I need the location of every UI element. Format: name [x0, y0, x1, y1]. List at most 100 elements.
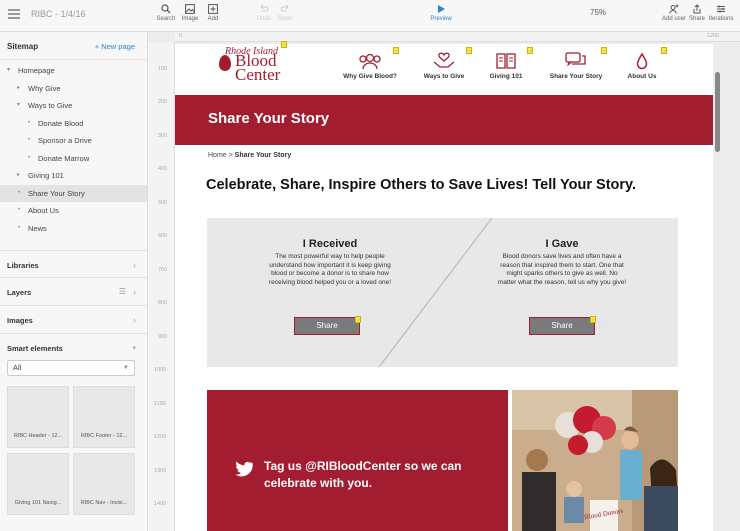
- add-label: Add: [207, 16, 219, 22]
- redo-button[interactable]: Redo: [270, 4, 300, 22]
- tree-item-giving-101[interactable]: ▸ Giving 101: [0, 167, 147, 185]
- tree-item-label: Ways to Give: [28, 101, 73, 110]
- hotspot-badge[interactable]: ⚡: [661, 47, 667, 54]
- smart-element-label: RIBC Footer - 12...: [80, 433, 128, 439]
- nav-label: Why Give Blood?: [343, 73, 397, 80]
- smart-element-card[interactable]: Giving 101 Navig...: [7, 453, 69, 515]
- gave-share-button[interactable]: Share: [529, 317, 595, 335]
- chevron-down-icon[interactable]: ▾: [7, 62, 10, 80]
- hotspot-badge[interactable]: ⚡: [281, 41, 287, 48]
- nav-why-give-blood[interactable]: Why Give Blood?: [340, 52, 400, 80]
- nav-giving-101[interactable]: Giving 101: [476, 52, 536, 80]
- twitter-callout: Tag us @RIBloodCenter so we can celebrat…: [207, 390, 508, 531]
- chevron-right-icon[interactable]: ▸: [17, 80, 20, 98]
- tree-item-sponsor-a-drive[interactable]: • Sponsor a Drive: [0, 132, 147, 150]
- ruler-label: 1400: [154, 501, 167, 507]
- canvas-scrollbar[interactable]: [715, 72, 720, 152]
- smart-element-card[interactable]: RIBC Nav - Invisi...: [73, 453, 135, 515]
- tree-item-why-give[interactable]: ▸ Why Give: [0, 80, 147, 98]
- nav-about-us[interactable]: About Us: [612, 52, 672, 80]
- hotspot-badge[interactable]: ⚡: [601, 47, 607, 54]
- image-label: Image: [181, 16, 199, 22]
- bullet-icon: •: [18, 224, 21, 231]
- i-received-title: I Received: [302, 238, 358, 250]
- ruler-label: 900: [158, 334, 168, 340]
- libraries-section[interactable]: Libraries ›: [0, 250, 147, 278]
- project-title[interactable]: RIBC - 1/4/16: [31, 9, 86, 19]
- twitter-text: Tag us @RIBloodCenter so we can celebrat…: [264, 459, 462, 490]
- chevron-right-icon[interactable]: ▸: [17, 167, 20, 185]
- tree-item-ways-to-give[interactable]: ▾ Ways to Give: [0, 97, 147, 115]
- nav-label: Giving 101: [489, 73, 523, 80]
- bullet-icon: •: [28, 119, 31, 126]
- i-received-column: I Received The most powerful way to help…: [265, 238, 395, 287]
- ruler-label: 200: [158, 99, 168, 105]
- i-gave-column: I Gave Blood donors save lives and often…: [497, 238, 627, 287]
- iterations-button[interactable]: Iterations: [706, 4, 736, 22]
- menu-icon[interactable]: [8, 9, 20, 19]
- bullet-icon: •: [18, 189, 21, 196]
- breadcrumb-current: Share Your Story: [234, 152, 292, 159]
- canvas[interactable]: 0 1200 100 200 300 400 500 600 700 800 9…: [148, 32, 740, 531]
- hotspot-badge[interactable]: ⚡: [393, 47, 399, 54]
- smart-elements-filter[interactable]: All ▼: [7, 360, 135, 376]
- tree-item-donate-blood[interactable]: • Donate Blood: [0, 115, 147, 133]
- nav-share-your-story[interactable]: Share Your Story: [545, 52, 607, 80]
- iterations-icon: [717, 5, 725, 13]
- add-icon: [208, 4, 218, 14]
- smart-element-label: Giving 101 Navig...: [14, 500, 62, 506]
- ruler-label: 1200: [707, 33, 720, 39]
- tree-item-about-us[interactable]: • About Us: [0, 202, 147, 220]
- i-gave-title: I Gave: [545, 238, 579, 250]
- twitter-bird-icon[interactable]: [234, 461, 254, 477]
- chevron-right-icon: ›: [133, 315, 136, 325]
- tree-item-homepage[interactable]: ▾ Homepage: [0, 62, 147, 80]
- smart-element-card[interactable]: RIBC Header - 12...: [7, 386, 69, 448]
- page-headline: Celebrate, Share, Inspire Others to Save…: [206, 177, 637, 193]
- smart-elements-section[interactable]: Smart elements ▾: [0, 333, 147, 361]
- chevron-right-icon: ›: [133, 260, 136, 270]
- smart-element-card[interactable]: RIBC Footer - 12...: [73, 386, 135, 448]
- ruler-label: 1300: [154, 468, 167, 474]
- nav-label: Share Your Story: [549, 73, 603, 80]
- zoom-level[interactable]: 75%: [590, 8, 606, 17]
- ruler-label: 1000: [154, 367, 167, 373]
- tree-item-label: Share Your Story: [28, 188, 85, 198]
- chevron-down-icon[interactable]: ▾: [17, 97, 20, 115]
- ruler-label: 600: [158, 233, 168, 239]
- redo-label: Redo: [277, 16, 293, 22]
- hotspot-badge[interactable]: ⚡: [590, 316, 596, 323]
- tree-item-label: Why Give: [28, 83, 61, 93]
- undo-icon: [260, 4, 269, 12]
- ruler-left: 100 200 300 400 500 600 700 800 900 1000…: [148, 42, 175, 531]
- tree-item-donate-marrow[interactable]: • Donate Marrow: [0, 150, 147, 168]
- images-label: Images: [7, 316, 33, 325]
- hero-banner: Share Your Story: [175, 95, 713, 145]
- ruler-label: 500: [158, 200, 168, 206]
- tree-item-label: Donate Marrow: [38, 153, 90, 163]
- bullet-icon: •: [28, 137, 31, 143]
- nav-ways-to-give[interactable]: Ways to Give: [414, 52, 474, 80]
- redo-icon: [280, 4, 289, 12]
- breadcrumb-home[interactable]: Home: [208, 152, 227, 159]
- tree-item-share-your-story[interactable]: • Share Your Story: [0, 184, 147, 202]
- sitemap-tree: ▾ Homepage ▸ Why Give ▾ Ways to Give • Donat…: [0, 60, 147, 237]
- page-mockup[interactable]: Rhode Island Blood Center ⚡ Why Give Bloo…: [175, 41, 713, 531]
- blood-drop-logo-icon: [219, 55, 231, 71]
- add-button[interactable]: Add: [198, 4, 228, 22]
- hotspot-badge[interactable]: ⚡: [466, 47, 472, 54]
- hotspot-badge[interactable]: ⚡: [355, 316, 361, 323]
- tree-item-news[interactable]: • News: [0, 220, 147, 238]
- breadcrumb: Home > Share Your Story: [208, 152, 291, 159]
- book-icon: [496, 53, 516, 69]
- new-page-button[interactable]: + New page: [95, 42, 135, 51]
- tree-item-label: About Us: [28, 206, 59, 215]
- received-share-button[interactable]: Share: [294, 317, 360, 335]
- hotspot-badge[interactable]: ⚡: [527, 47, 533, 54]
- images-section[interactable]: Images ›: [0, 305, 147, 333]
- breadcrumb-separator: >: [226, 152, 235, 159]
- layers-filter-icon[interactable]: ☰: [119, 287, 126, 296]
- sitemap-title: Sitemap: [7, 42, 39, 51]
- preview-button[interactable]: Preview: [426, 4, 456, 22]
- layers-section[interactable]: Layers ☰ ›: [0, 277, 147, 305]
